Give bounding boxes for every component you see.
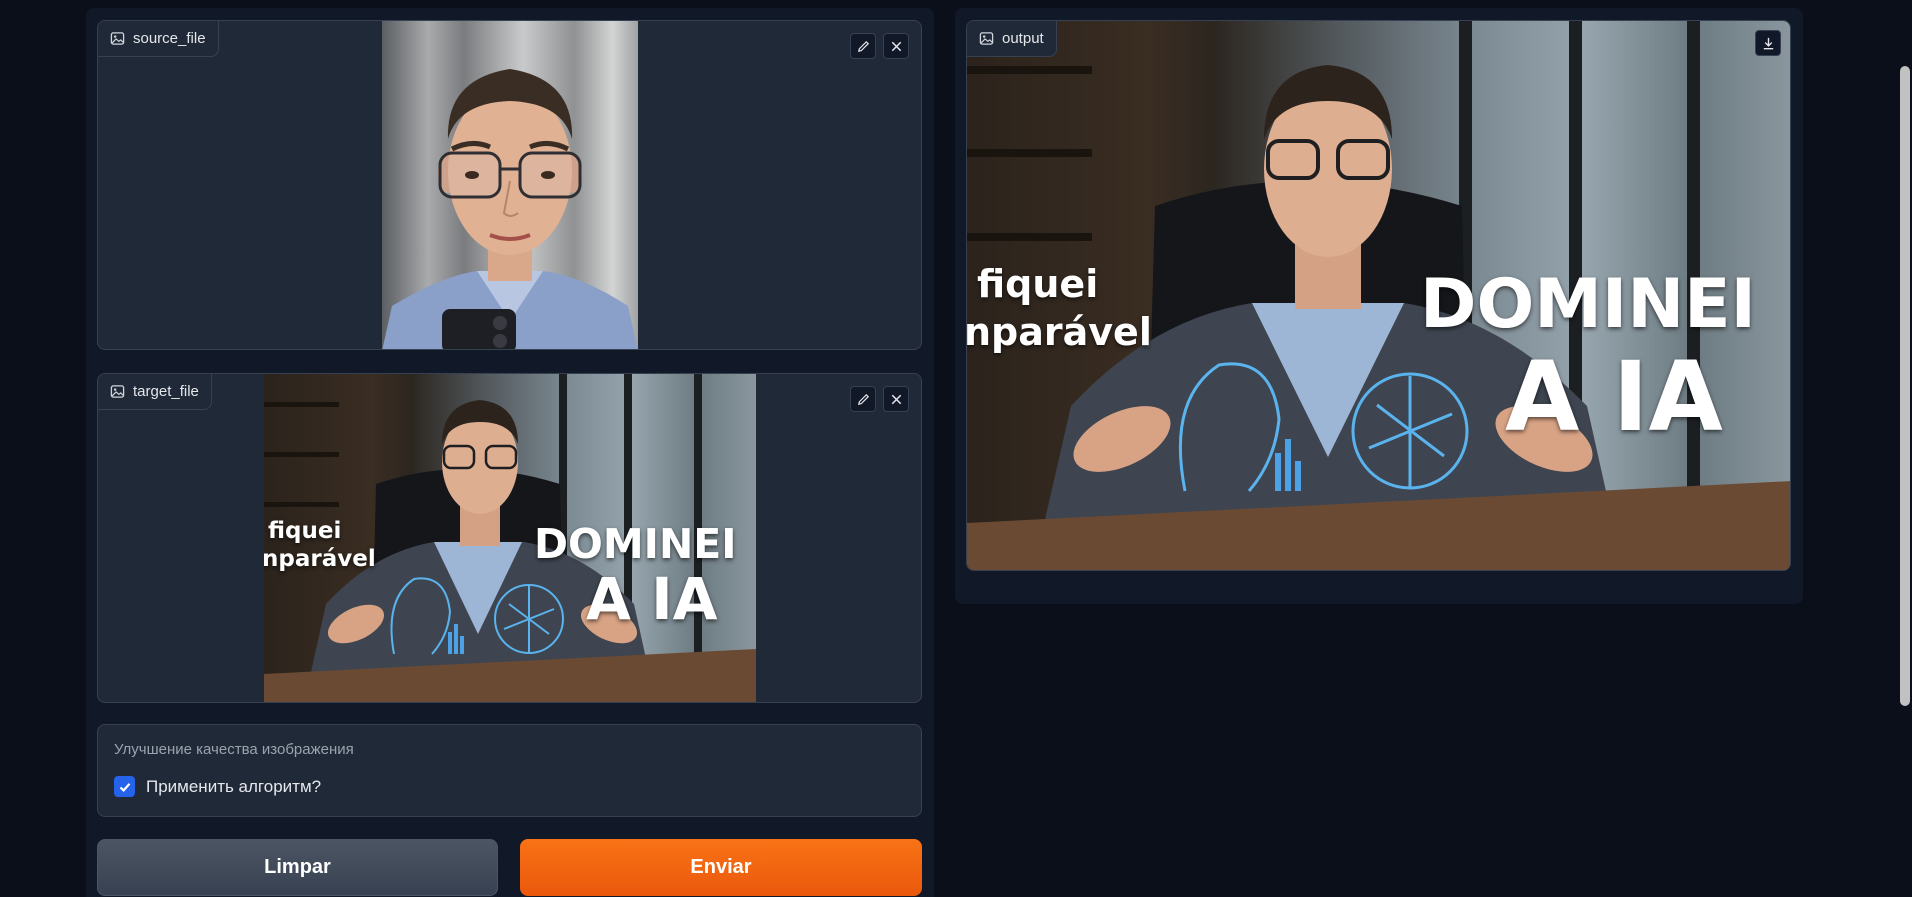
close-icon (891, 41, 901, 51)
thumbnail-text: fiquei (977, 262, 1099, 306)
target-file-label-text: target_file (133, 383, 199, 400)
edit-button[interactable] (850, 33, 876, 59)
settings-title: Улучшение качества изображения (114, 741, 354, 758)
scrollbar-thumb[interactable] (1900, 66, 1910, 706)
download-button[interactable] (1755, 30, 1781, 56)
output-label-text: output (1002, 30, 1044, 47)
enhancement-settings: Улучшение качества изображения Применить… (97, 724, 922, 817)
thumbnail-headline: A IA (586, 565, 718, 633)
source-file-label-text: source_file (133, 30, 206, 47)
output-label: output (967, 21, 1057, 57)
thumbnail-headline: DOMINEI (1420, 265, 1756, 344)
output-image: fiquei nparável DOMINEI A IA (967, 21, 1790, 570)
download-icon (1763, 37, 1773, 49)
thumbnail-headline: A IA (1505, 341, 1723, 453)
submit-button[interactable]: Enviar (520, 839, 922, 896)
apply-algorithm-option[interactable]: Применить алгоритм? (114, 776, 321, 797)
target-image: fiquei nparável DOMINEI A IA (264, 374, 756, 702)
clear-button[interactable]: Limpar (97, 839, 498, 896)
edit-button[interactable] (850, 386, 876, 412)
thumbnail-headline: DOMINEI (534, 520, 737, 568)
pencil-icon (857, 393, 869, 405)
close-icon (891, 394, 901, 404)
target-file-label: target_file (98, 374, 212, 410)
clear-image-button[interactable] (883, 33, 909, 59)
app-page: source_file target_file fiquei nparável … (0, 0, 1912, 897)
image-icon (110, 32, 125, 45)
apply-algorithm-checkbox[interactable] (114, 776, 135, 797)
source-file-label: source_file (98, 21, 219, 57)
checkmark-icon (119, 782, 130, 792)
scrollbar-track[interactable] (1898, 0, 1912, 897)
apply-algorithm-label: Применить алгоритм? (146, 776, 322, 796)
image-icon (979, 32, 994, 45)
pencil-icon (857, 40, 869, 52)
source-file-block[interactable]: source_file (97, 20, 922, 350)
output-block: output fiquei nparável DOMINEI A IA (966, 20, 1791, 571)
source-image (382, 21, 638, 349)
thumbnail-text: nparável (264, 546, 376, 572)
thumbnail-text: fiquei (268, 518, 342, 544)
image-icon (110, 385, 125, 398)
target-file-block[interactable]: target_file fiquei nparável DOMINEI A IA (97, 373, 922, 703)
thumbnail-text: nparável (967, 310, 1152, 354)
clear-image-button[interactable] (883, 386, 909, 412)
